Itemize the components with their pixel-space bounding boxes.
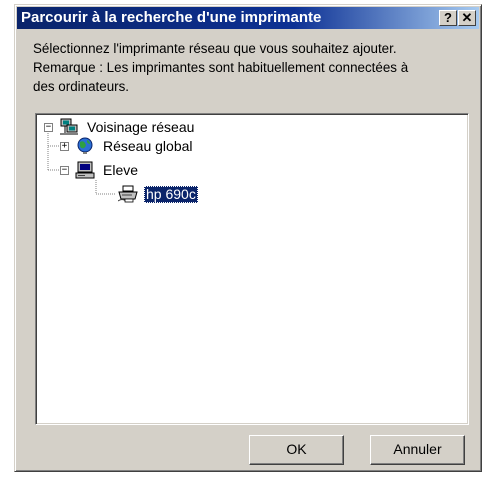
ok-button[interactable]: OK xyxy=(249,435,344,465)
collapse-icon[interactable]: − xyxy=(60,165,69,175)
browse-printer-dialog: Parcourir à la recherche d'une imprimant… xyxy=(14,4,482,472)
tree-item-reseau-global[interactable]: + Réseau global xyxy=(60,136,195,156)
printer-tree-view[interactable]: − Voisinage réseau + Réseau global − Ele… xyxy=(35,113,469,425)
tree-item-eleve[interactable]: − Eleve xyxy=(60,160,140,180)
close-icon: ✕ xyxy=(461,10,473,25)
instructions-line-2: Remarque : Les imprimantes sont habituel… xyxy=(33,60,409,75)
instructions-text: Sélectionnez l'imprimante réseau que vou… xyxy=(33,39,473,96)
tree-item-label: Voisinage réseau xyxy=(87,118,195,135)
help-button[interactable]: ? xyxy=(439,10,457,26)
printer-icon xyxy=(118,185,138,203)
instructions-line-1: Sélectionnez l'imprimante réseau que vou… xyxy=(33,41,397,56)
tree-item-hp-690c[interactable]: hp 690c xyxy=(118,184,198,204)
tree-item-label: Réseau global xyxy=(103,137,193,154)
close-button[interactable]: ✕ xyxy=(458,10,476,26)
cancel-button[interactable]: Annuler xyxy=(370,435,465,465)
network-neighborhood-icon xyxy=(60,118,78,135)
instructions-line-3: des ordinateurs. xyxy=(33,79,130,94)
tree-item-voisinage-reseau[interactable]: − Voisinage réseau xyxy=(44,117,196,137)
tree-item-label: Eleve xyxy=(103,161,139,178)
expand-icon[interactable]: + xyxy=(60,141,69,151)
computer-icon xyxy=(75,161,95,179)
collapse-icon[interactable]: − xyxy=(44,122,53,132)
globe-icon xyxy=(77,137,93,154)
title-bar[interactable]: Parcourir à la recherche d'une imprimant… xyxy=(17,7,479,29)
dialog-title: Parcourir à la recherche d'une imprimant… xyxy=(21,9,322,26)
tree-item-label-selected: hp 690c xyxy=(144,185,198,203)
